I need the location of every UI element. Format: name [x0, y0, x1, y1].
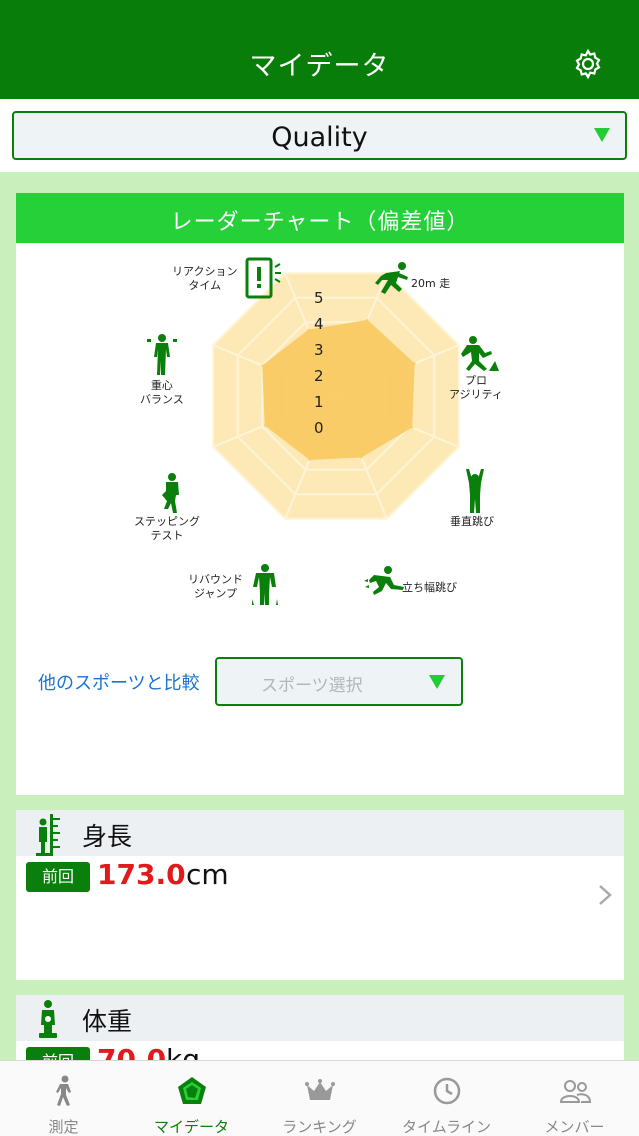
height-value: 173.0: [97, 858, 186, 891]
walker-icon: [56, 1075, 71, 1106]
category-select[interactable]: Quality: [12, 111, 627, 160]
sprinter-icon: [375, 262, 408, 294]
compare-sports-link[interactable]: 他のスポーツと比較: [38, 669, 200, 695]
radar-point: [366, 318, 369, 321]
scale-label-5: 5: [314, 289, 324, 307]
scale-label-1: 1: [314, 393, 324, 411]
weight-card-header: 体重: [16, 995, 624, 1041]
long-jump-icon: [364, 566, 404, 595]
radar-card: レーダーチャート（偏差値） 5 4 3 2 1 0 20m 走 プロ アジリティ…: [16, 193, 624, 795]
tab-timeline[interactable]: タイムライン: [383, 1061, 510, 1136]
weight-scale-icon: [39, 1000, 57, 1038]
scale-label-0: 0: [314, 419, 324, 437]
weight-title: 体重: [82, 1007, 133, 1036]
members-icon: [559, 1080, 591, 1103]
axis-label-reaction: リアクション タイム: [172, 265, 238, 292]
stepping-icon: [162, 473, 179, 513]
scale-label-2: 2: [314, 367, 324, 385]
agility-run-icon: [461, 336, 499, 371]
app-header: マイデータ: [0, 0, 639, 99]
height-title: 身長: [82, 822, 133, 851]
scale-label-3: 3: [314, 341, 324, 359]
height-scale-icon: [36, 814, 60, 856]
radar-point: [411, 426, 414, 429]
rebound-jump-icon: [252, 564, 278, 605]
tab-measure[interactable]: 測定: [0, 1061, 127, 1136]
chevron-right-icon[interactable]: [598, 884, 612, 906]
reaction-phone-icon: [245, 257, 281, 299]
sport-select[interactable]: スポーツ選択: [215, 657, 463, 706]
pentagon-chart-icon: [178, 1077, 206, 1104]
dropdown-triangle-icon: [594, 128, 610, 142]
radar-point: [261, 364, 264, 367]
tab-bar: 測定 マイデータ ランキング タイムライン メンバー: [0, 1060, 639, 1136]
category-select-value: Quality: [271, 122, 368, 153]
radar-point: [307, 328, 310, 331]
axis-label-stepping: ステッピング テスト: [134, 515, 200, 542]
axis-label-vertical-jump: 垂直跳び: [450, 515, 494, 528]
tab-label: タイムライン: [402, 1118, 491, 1136]
tab-label: メンバー: [544, 1118, 605, 1136]
clock-icon: [433, 1077, 461, 1105]
vertical-jump-icon: [466, 469, 484, 513]
tab-label: 測定: [48, 1118, 79, 1136]
weight-card[interactable]: 体重 前回 70.0 kg: [16, 995, 624, 1065]
axis-label-pro-agility: プロ アジリティ: [449, 374, 503, 401]
axis-label-rebound-jump: リバウンド ジャンプ: [188, 573, 243, 600]
dropdown-triangle-icon: [429, 675, 445, 689]
tab-label: マイデータ: [153, 1118, 229, 1136]
axis-label-20m: 20m 走: [411, 277, 451, 290]
height-card[interactable]: 身長 前回 173.0 cm: [16, 810, 624, 980]
height-unit: cm: [186, 858, 229, 891]
radar-point: [308, 458, 311, 461]
radar-card-header: レーダーチャート（偏差値）: [16, 193, 624, 243]
tab-ranking[interactable]: ランキング: [256, 1061, 383, 1136]
scale-label-4: 4: [314, 315, 324, 333]
tab-mydata[interactable]: マイデータ: [128, 1061, 255, 1136]
crown-icon: [305, 1079, 335, 1100]
page-title: マイデータ: [249, 51, 390, 82]
tab-label: ランキング: [282, 1118, 357, 1136]
radar-title: レーダーチャート（偏差値）: [170, 210, 470, 235]
radar-point: [360, 456, 363, 459]
balance-icon: [147, 334, 177, 375]
gear-icon[interactable]: [572, 48, 604, 80]
axis-label-long-jump: 立ち幅跳び: [402, 581, 457, 594]
tab-members[interactable]: メンバー: [511, 1061, 638, 1136]
previous-badge: 前回: [26, 862, 90, 892]
category-selector-band: Quality: [0, 99, 639, 172]
axis-label-balance: 重心 バランス: [140, 379, 184, 406]
radar-point: [413, 362, 416, 365]
radar-point: [263, 424, 266, 427]
sport-select-placeholder: スポーツ選択: [261, 676, 363, 696]
height-card-header: 身長: [16, 810, 624, 856]
